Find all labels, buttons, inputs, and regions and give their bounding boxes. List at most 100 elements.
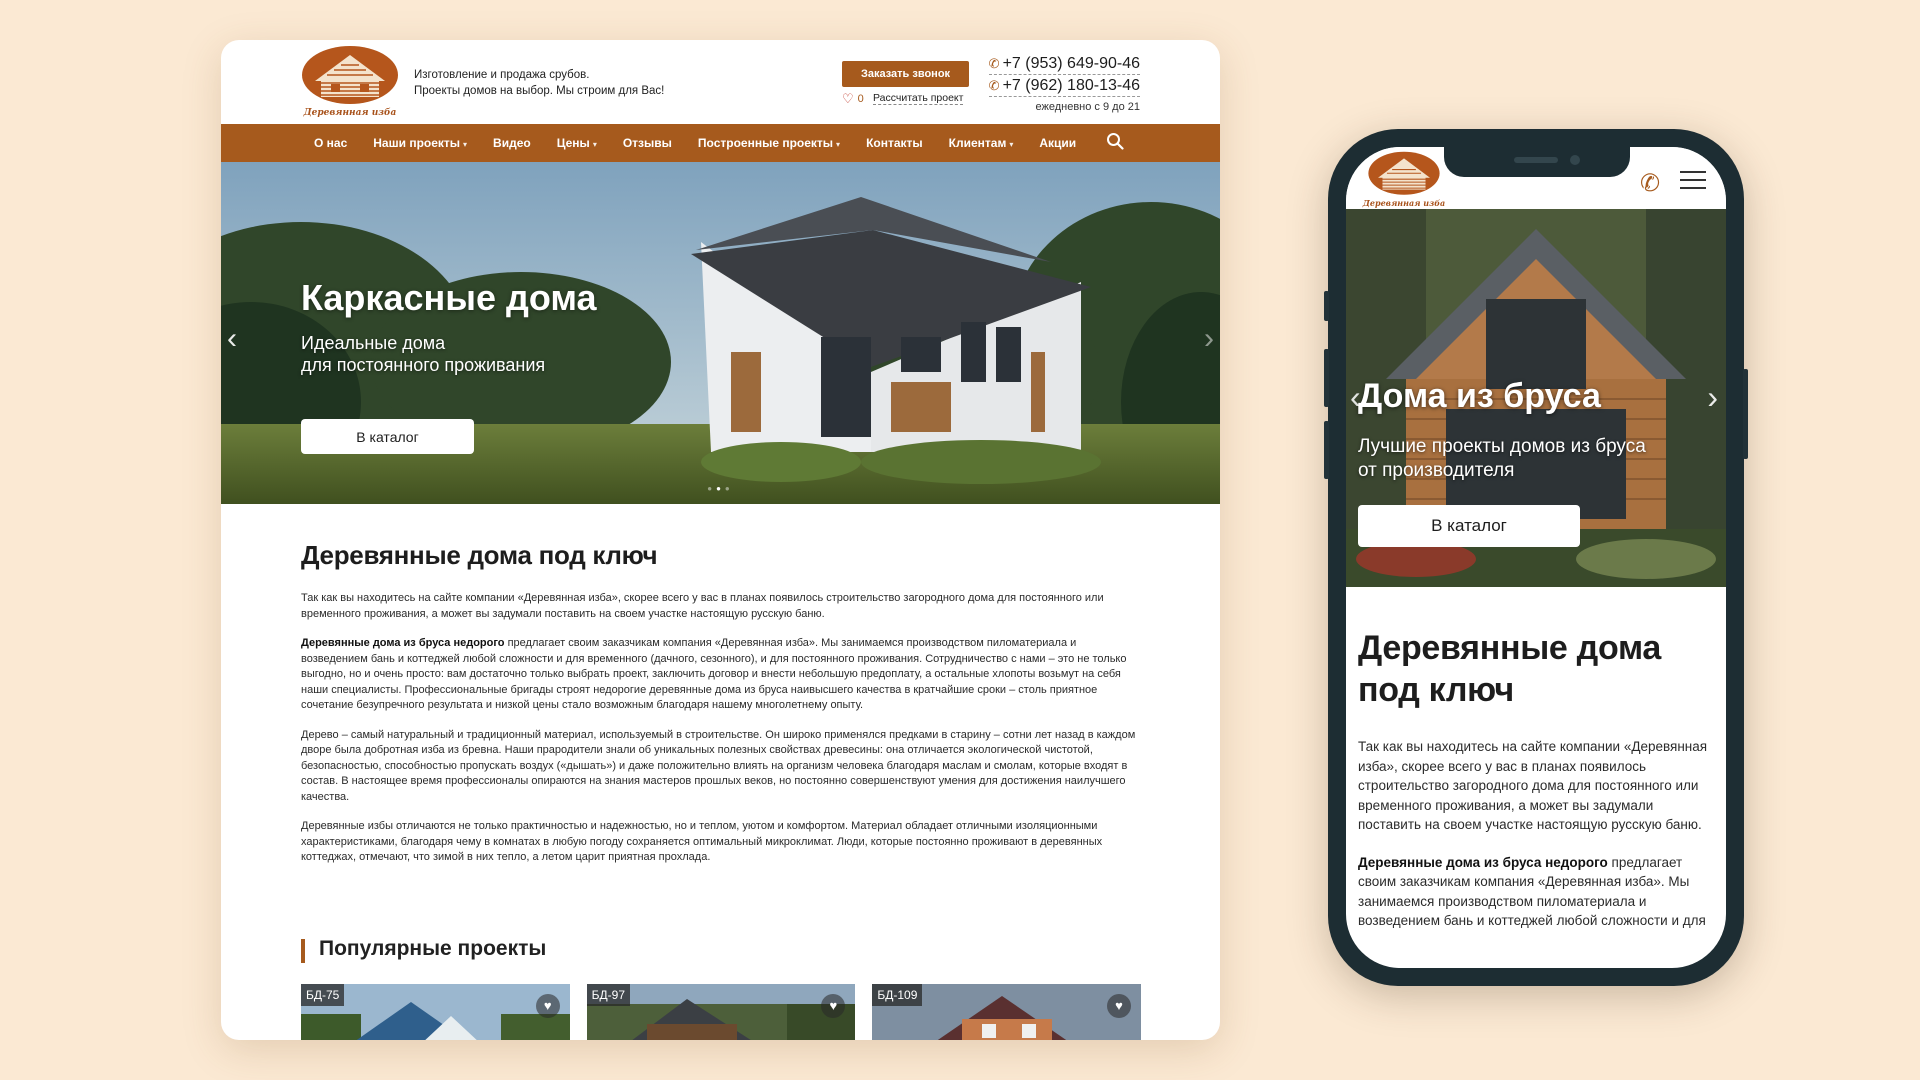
slider-dot[interactable]: ● xyxy=(725,484,734,493)
mobile-hero-title: Дома из бруса xyxy=(1358,377,1601,415)
hero-subtitle-line-2: для постоянного проживания xyxy=(301,355,546,375)
nav-item-contacts[interactable]: Контакты xyxy=(866,136,923,150)
nav-item-prices[interactable]: Цены ▾ xyxy=(557,136,597,150)
phone-side-button xyxy=(1324,291,1329,321)
nav-label: Отзывы xyxy=(622,136,672,150)
mobile-content: Деревянные дома под ключ Так как вы нахо… xyxy=(1358,627,1708,949)
nav-label: Контакты xyxy=(866,136,923,150)
phone-number-1-text: +7 (953) 649-90-46 xyxy=(1002,55,1140,72)
phone-icon[interactable]: ✆ xyxy=(1640,169,1660,198)
nav-label: Наши проекты xyxy=(373,136,461,150)
catalog-button[interactable]: В каталог xyxy=(1358,505,1580,547)
desktop-mockup: Деревянная изба Изготовление и продажа с… xyxy=(221,40,1220,1040)
tagline-line-2: Проекты домов на выбор. Мы строим для Ва… xyxy=(414,85,665,97)
site-logo[interactable]: Деревянная изба xyxy=(1358,151,1450,208)
paragraph-2-bold: Деревянные дома из бруса недорого xyxy=(1358,854,1608,870)
header-phones: ✆ +7 (953) 649-90-46 ✆ +7 (962) 180-13-46 … xyxy=(988,53,1141,113)
chevron-down-icon: ▾ xyxy=(592,140,597,149)
catalog-button[interactable]: В каталог xyxy=(301,419,474,454)
project-code: БД-97 xyxy=(586,984,631,1006)
intro-paragraph: Так как вы находитесь на сайте компании … xyxy=(301,592,1104,620)
slider-dots: ●●● xyxy=(221,484,1220,493)
nav-item-clients[interactable]: Клиентам ▾ xyxy=(949,136,1014,150)
log-house-logo-icon xyxy=(1368,151,1440,195)
nav-item-reviews[interactable]: Отзывы xyxy=(623,136,672,150)
slider-dot[interactable]: ● xyxy=(707,484,716,493)
page-title: Деревянные дома под ключ xyxy=(301,540,658,570)
chevron-down-icon: ▾ xyxy=(836,140,841,149)
popular-projects-title: Популярные проекты xyxy=(319,937,547,960)
nav-item-built-projects[interactable]: Построенные проекты ▾ xyxy=(698,136,840,150)
nav-item-projects[interactable]: Наши проекты ▾ xyxy=(373,136,467,150)
paragraph-2: Деревянные дома из бруса недорого предла… xyxy=(1358,853,1708,931)
tagline-line-1: Изготовление и продажа срубов. xyxy=(414,69,590,81)
favorites-link[interactable]: ♡ 0 xyxy=(842,91,864,107)
nav-label: Цены xyxy=(556,136,590,150)
heart-icon[interactable]: ♥ xyxy=(1107,994,1132,1018)
calculate-project-link[interactable]: Рассчитать проект xyxy=(873,92,964,105)
nav-label: Акции xyxy=(1039,136,1077,150)
chevron-right-icon[interactable]: › xyxy=(1204,322,1214,356)
hero-slider: Каркасные дома Идеальные дома для постоя… xyxy=(221,162,1220,504)
paragraph-4: Деревянные избы отличаются не только пра… xyxy=(301,820,1103,863)
chevron-right-icon[interactable]: › xyxy=(1707,379,1718,416)
hero-subtitle: Идеальные дома для постоянного проживани… xyxy=(301,332,621,376)
phone-icon: ✆ xyxy=(988,56,1000,71)
site-header: Деревянная изба Изготовление и продажа с… xyxy=(221,40,1220,124)
project-cards: БД-75 ♥ БД-97 ♥ БД-109 ♥ xyxy=(301,984,1142,1040)
hero-subtitle-line-1: Идеальные дома xyxy=(301,333,446,353)
nav-label: О нас xyxy=(314,136,348,150)
logo-text: Деревянная изба xyxy=(303,108,397,118)
slider-dot-active[interactable]: ● xyxy=(716,484,725,493)
chevron-left-icon[interactable]: ‹ xyxy=(227,322,237,356)
nav-item-video[interactable]: Видео xyxy=(493,136,531,150)
paragraph-3: Дерево – самый натуральный и традиционны… xyxy=(301,728,1136,803)
page-title: Деревянные дома под ключ xyxy=(1358,629,1661,709)
project-card[interactable]: БД-109 ♥ xyxy=(872,984,1142,1040)
phone-screen: Деревянная изба ✆ Дома из бруса Лучшие п… xyxy=(1346,147,1726,968)
mobile-hero-slider: Дома из бруса Лучшие проекты домов из бр… xyxy=(1346,209,1726,587)
main-content: Деревянные дома под ключ Так как вы нахо… xyxy=(301,540,1141,880)
header-tagline: Изготовление и продажа срубов. Проекты д… xyxy=(414,67,664,99)
phone-icon: ✆ xyxy=(988,78,1000,93)
camera-icon xyxy=(1570,155,1580,165)
intro-paragraph: Так как вы находитесь на сайте компании … xyxy=(1358,739,1708,832)
phone-notch xyxy=(1444,147,1630,177)
nav-item-promotions[interactable]: Акции xyxy=(1039,136,1076,150)
logo-text: Деревянная изба xyxy=(1362,198,1446,208)
chevron-down-icon: ▾ xyxy=(463,140,468,149)
phone-mockup: Деревянная изба ✆ Дома из бруса Лучшие п… xyxy=(1324,129,1748,986)
project-code: БД-109 xyxy=(872,984,923,1006)
log-house-logo-icon xyxy=(302,46,398,104)
phone-side-button xyxy=(1324,421,1329,479)
hamburger-menu-icon[interactable] xyxy=(1680,171,1706,195)
heart-icon[interactable]: ♥ xyxy=(535,994,560,1018)
order-call-button[interactable]: Заказать звонок xyxy=(842,61,969,87)
chevron-left-icon[interactable]: ‹ xyxy=(1350,379,1361,416)
phone-side-button xyxy=(1324,349,1329,407)
search-icon[interactable] xyxy=(1106,132,1124,155)
main-nav: О нас Наши проекты ▾ Видео Цены ▾ Отзывы П… xyxy=(221,124,1220,162)
speaker-grille xyxy=(1514,157,1558,163)
phone-side-button xyxy=(1743,369,1748,459)
nav-label: Построенные проекты xyxy=(697,136,834,150)
phone-number-1[interactable]: ✆ +7 (953) 649-90-46 xyxy=(988,53,1140,75)
favorites-count: 0 xyxy=(857,93,864,105)
popular-projects-heading: Популярные проекты xyxy=(301,937,547,963)
nav-label: Видео xyxy=(493,136,531,150)
paragraph-2-bold: Деревянные дома из бруса недорого xyxy=(301,637,505,649)
hero-title: Каркасные дома xyxy=(301,277,597,318)
project-code: БД-75 xyxy=(301,984,345,1006)
phone-number-2[interactable]: ✆ +7 (962) 180-13-46 xyxy=(988,75,1140,97)
site-logo[interactable]: Деревянная изба xyxy=(301,45,399,118)
working-hours: ежедневно с 9 до 21 xyxy=(1035,101,1141,113)
heading-accent-bar xyxy=(301,939,305,963)
mobile-hero-subtitle-line-2: от производителя xyxy=(1358,460,1515,481)
heart-icon: ♡ xyxy=(842,91,854,106)
phone-number-2-text: +7 (962) 180-13-46 xyxy=(1002,77,1140,94)
nav-item-about[interactable]: О нас xyxy=(314,136,347,150)
mobile-hero-subtitle-line-1: Лучшие проекты домов из бруса xyxy=(1358,436,1646,457)
project-card[interactable]: БД-97 ♥ xyxy=(586,984,856,1040)
project-card[interactable]: БД-75 ♥ xyxy=(301,984,570,1040)
nav-label: Клиентам xyxy=(948,136,1007,150)
